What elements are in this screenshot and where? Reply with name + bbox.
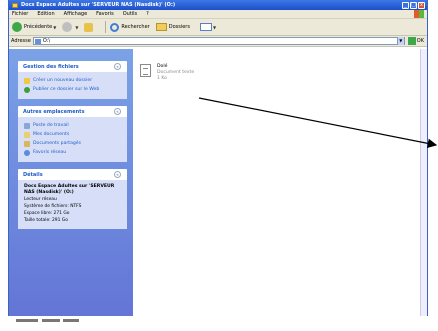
forward-button[interactable]: ▼ bbox=[62, 22, 78, 32]
file-tasks-panel: Gestion des fichiers « Créer un nouveau … bbox=[18, 61, 127, 99]
collapse-icon[interactable]: « bbox=[114, 63, 121, 70]
network-places-icon bbox=[24, 149, 30, 156]
network-drive-icon bbox=[34, 38, 41, 44]
address-dropdown-button[interactable]: ▼ bbox=[396, 37, 404, 45]
other-places-title: Autres emplacements bbox=[23, 108, 85, 115]
folders-label: Dossiers bbox=[168, 24, 190, 30]
menu-bar: Fichier Edition Affichage Favoris Outils… bbox=[9, 10, 427, 19]
details-title: Détails bbox=[23, 171, 43, 178]
details-name: Docs Espace Adultes sur 'SERVEUR NAS (Na… bbox=[24, 184, 115, 195]
views-icon bbox=[199, 23, 212, 31]
address-label: Adresse bbox=[11, 38, 31, 44]
address-bar: Adresse O:\ ▼ OK bbox=[9, 36, 427, 47]
menu-edit[interactable]: Edition bbox=[37, 11, 54, 17]
place-shared-documents[interactable]: Documents partagés bbox=[24, 139, 122, 148]
collapse-icon[interactable]: « bbox=[114, 108, 121, 115]
explorer-window: Docs Espace Adultes sur 'SERVEUR NAS (Na… bbox=[8, 0, 428, 316]
search-icon bbox=[110, 22, 120, 32]
menu-help[interactable]: ? bbox=[146, 11, 149, 17]
back-button[interactable]: Précédente ▼ bbox=[12, 22, 56, 32]
close-button[interactable]: x bbox=[418, 1, 425, 9]
file-item[interactable]: Dolé Document texte 1 Ko bbox=[140, 64, 194, 82]
windows-logo-icon bbox=[414, 10, 424, 18]
go-button[interactable]: OK bbox=[407, 37, 424, 45]
task-new-folder[interactable]: Créer un nouveau dossier bbox=[24, 76, 122, 85]
go-arrow-icon bbox=[407, 37, 416, 45]
new-folder-icon bbox=[24, 77, 30, 84]
maximize-button[interactable]: □ bbox=[410, 1, 417, 9]
go-label: OK bbox=[416, 38, 424, 44]
chevron-down-icon: ▼ bbox=[75, 24, 79, 30]
up-button[interactable] bbox=[84, 22, 95, 32]
folder-up-icon bbox=[84, 22, 94, 32]
details-panel: Détails « Docs Espace Adultes sur 'SERVE… bbox=[18, 169, 127, 229]
other-places-panel: Autres emplacements « Poste de travail M… bbox=[18, 106, 127, 162]
web-publish-icon bbox=[24, 86, 30, 93]
file-tasks-title: Gestion des fichiers bbox=[23, 63, 79, 70]
details-type: Lecteur réseau bbox=[24, 197, 57, 202]
details-free-space: Espace libre: 271 Go bbox=[24, 211, 70, 216]
place-label: Mes documents bbox=[33, 132, 70, 137]
chevron-down-icon: ▼ bbox=[212, 24, 217, 30]
menu-favorites[interactable]: Favoris bbox=[96, 11, 114, 17]
chevron-down-icon: ▼ bbox=[53, 24, 57, 30]
menu-view[interactable]: Affichage bbox=[64, 11, 88, 17]
drive-icon bbox=[12, 2, 18, 8]
address-value: O:\ bbox=[42, 38, 51, 44]
taskbar-item[interactable] bbox=[16, 319, 38, 322]
place-my-documents[interactable]: Mes documents bbox=[24, 130, 122, 139]
file-tasks-header[interactable]: Gestion des fichiers « bbox=[18, 61, 127, 72]
taskbar-strip bbox=[16, 318, 96, 324]
folders-button[interactable]: Dossiers bbox=[155, 23, 190, 31]
collapse-icon[interactable]: « bbox=[114, 171, 121, 178]
place-label: Favoris réseau bbox=[33, 150, 67, 155]
place-label: Documents partagés bbox=[33, 141, 82, 146]
task-label: Créer un nouveau dossier bbox=[33, 78, 93, 83]
place-label: Poste de travail bbox=[33, 123, 69, 128]
back-label: Précédente bbox=[24, 24, 53, 30]
file-size: 1 Ko bbox=[157, 76, 167, 81]
forward-arrow-icon bbox=[62, 22, 73, 32]
title-bar[interactable]: Docs Espace Adultes sur 'SERVEUR NAS (Na… bbox=[9, 0, 427, 10]
window-title: Docs Espace Adultes sur 'SERVEUR NAS (Na… bbox=[21, 2, 176, 8]
views-button[interactable]: ▼ bbox=[196, 23, 216, 31]
details-total-size: Taille totale: 291 Go bbox=[24, 218, 68, 223]
text-document-icon bbox=[140, 64, 151, 77]
other-places-header[interactable]: Autres emplacements « bbox=[18, 106, 127, 117]
file-list-area[interactable]: Dolé Document texte 1 Ko bbox=[133, 49, 427, 316]
task-publish-web[interactable]: Publier ce dossier sur le Web bbox=[24, 85, 122, 94]
place-my-computer[interactable]: Poste de travail bbox=[24, 121, 122, 130]
toolbar: Précédente ▼ ▼ Rechercher Dossiers ▼ bbox=[9, 19, 427, 36]
search-label: Rechercher bbox=[121, 24, 150, 30]
shared-documents-icon bbox=[24, 140, 30, 147]
search-button[interactable]: Rechercher bbox=[110, 22, 150, 32]
details-header[interactable]: Détails « bbox=[18, 169, 127, 180]
my-computer-icon bbox=[24, 122, 30, 129]
minimize-button[interactable]: _ bbox=[402, 1, 409, 9]
window-controls: _ □ x bbox=[402, 1, 425, 9]
taskbar-item[interactable] bbox=[41, 319, 60, 322]
task-label: Publier ce dossier sur le Web bbox=[33, 87, 100, 92]
folders-icon bbox=[155, 23, 167, 31]
toolbar-divider bbox=[105, 21, 107, 33]
vertical-scrollbar[interactable] bbox=[420, 49, 427, 316]
taskbar-item[interactable] bbox=[63, 319, 80, 322]
task-pane: Gestion des fichiers « Créer un nouveau … bbox=[9, 49, 133, 316]
back-arrow-icon bbox=[12, 22, 22, 32]
menu-file[interactable]: Fichier bbox=[12, 11, 28, 17]
place-network[interactable]: Favoris réseau bbox=[24, 148, 122, 157]
menu-tools[interactable]: Outils bbox=[123, 11, 137, 17]
address-input[interactable]: O:\ ▼ bbox=[32, 37, 405, 45]
details-filesystem: Système de fichiers: NTFS bbox=[24, 204, 82, 209]
my-documents-icon bbox=[24, 131, 30, 138]
